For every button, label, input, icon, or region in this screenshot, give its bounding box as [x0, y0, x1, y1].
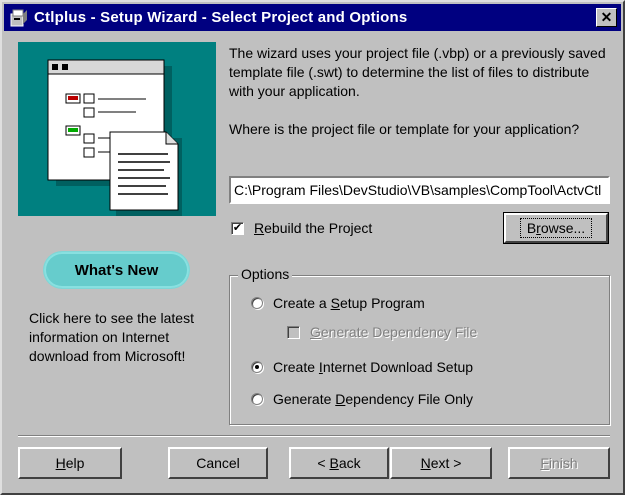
options-label: Options	[238, 266, 293, 282]
finish-label: Finish	[540, 455, 578, 471]
whats-new-label: What's New	[74, 261, 159, 279]
internet-download-label: Create Internet Download Setup	[273, 359, 474, 375]
finish-button[interactable]: Finish	[508, 447, 610, 479]
rebuild-project-checkbox[interactable]: ✔ Rebuild the Project	[231, 220, 372, 236]
project-path-input[interactable]: C:\Program Files\DevStudio\VB\samples\Co…	[229, 176, 610, 204]
project-files-illustration	[47, 59, 182, 216]
next-button[interactable]: Next >	[390, 447, 492, 479]
cancel-button[interactable]: Cancel	[168, 447, 268, 479]
create-setup-label: Create a Setup Program	[273, 295, 425, 311]
wizard-illustration	[18, 42, 216, 216]
rebuild-label: Rebuild the Project	[254, 220, 373, 236]
whats-new-description: Click here to see the latest information…	[29, 310, 194, 364]
internet-download-radio-dot[interactable]	[251, 361, 263, 373]
dependency-only-radio-dot[interactable]	[251, 393, 263, 405]
help-button[interactable]: Help	[18, 447, 122, 479]
generate-dependency-checkbox[interactable]: Generate Dependency File	[287, 324, 477, 340]
browse-label: Browse...	[519, 218, 593, 238]
close-button[interactable]: ✕	[596, 8, 617, 27]
check-icon: ✔	[232, 221, 243, 234]
title-bar[interactable]: Ctlplus - Setup Wizard - Select Project …	[4, 4, 621, 31]
generate-dependency-label: Generate Dependency File	[310, 324, 478, 340]
setup-wizard-icon	[10, 9, 27, 26]
footer-separator	[18, 435, 610, 437]
dependency-only-radio[interactable]: Generate Dependency File Only	[251, 391, 473, 407]
project-question: Where is the project file or template fo…	[229, 121, 580, 137]
whats-new-button[interactable]: What's New	[44, 252, 189, 288]
next-label: Next >	[420, 455, 462, 471]
generate-dependency-box[interactable]	[287, 325, 300, 339]
intro-text: The wizard uses your project file (.vbp)…	[229, 45, 606, 99]
browse-button[interactable]: Browse...	[503, 212, 609, 244]
create-setup-radio-dot[interactable]	[251, 297, 263, 309]
create-setup-radio[interactable]: Create a Setup Program	[251, 295, 425, 311]
back-label: < Back	[317, 455, 361, 471]
back-button[interactable]: < Back	[289, 447, 389, 479]
internet-download-radio[interactable]: Create Internet Download Setup	[251, 359, 473, 375]
dependency-only-label: Generate Dependency File Only	[273, 391, 474, 407]
window-title: Ctlplus - Setup Wizard - Select Project …	[34, 9, 408, 26]
setup-wizard-window: Ctlplus - Setup Wizard - Select Project …	[0, 0, 625, 495]
cancel-label: Cancel	[196, 455, 240, 471]
close-icon: ✕	[600, 9, 613, 25]
help-label: Help	[55, 455, 85, 471]
rebuild-checkbox-box[interactable]: ✔	[231, 221, 244, 235]
